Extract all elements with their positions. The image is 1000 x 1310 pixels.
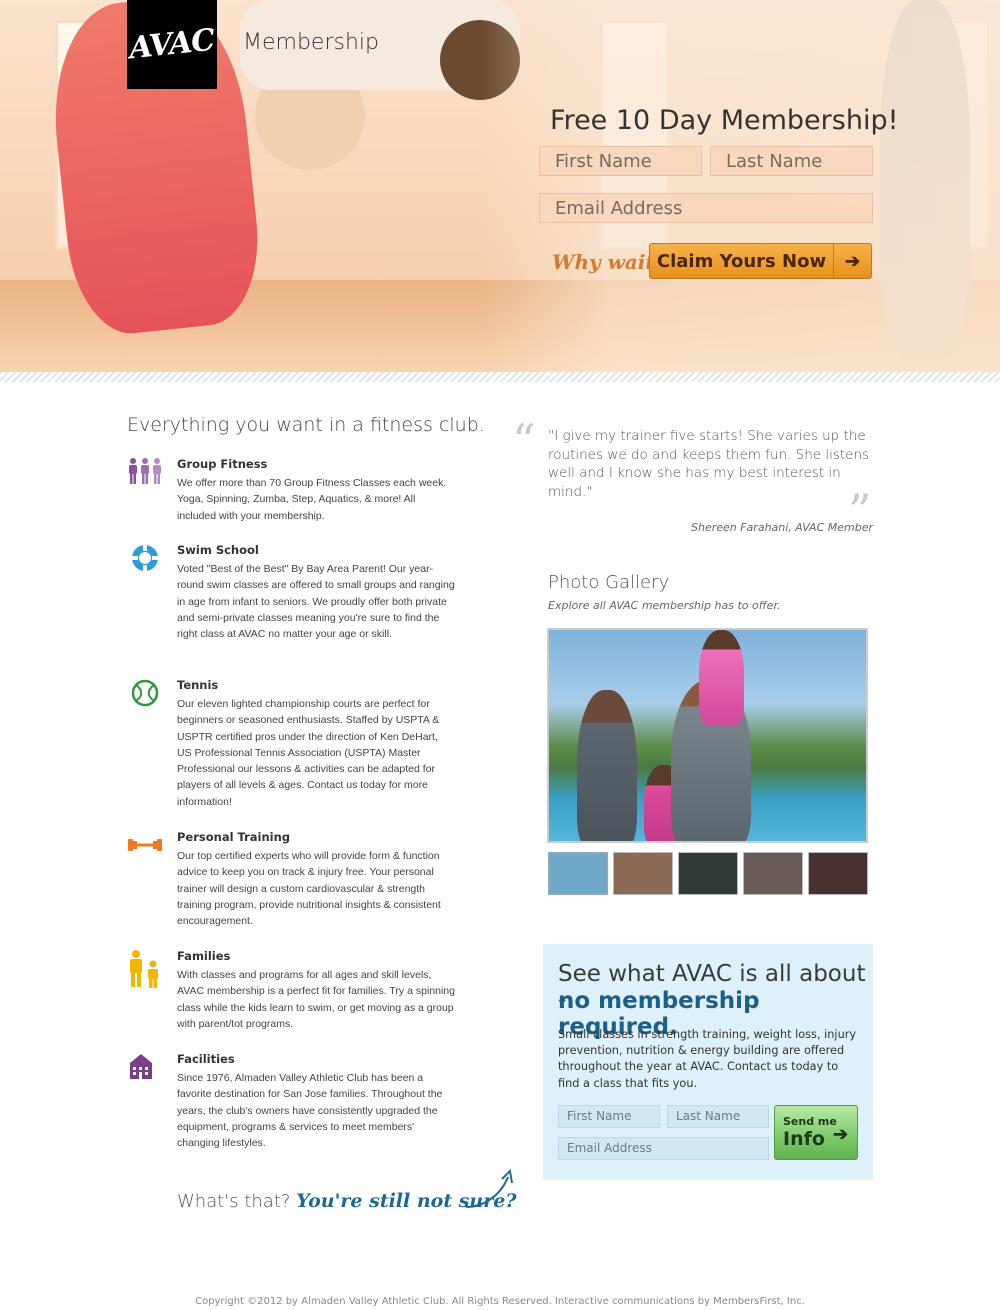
not-sure-prefix: What's that? [177, 1191, 291, 1212]
testimonial-quote: "I give my trainer five starts! She vari… [548, 428, 870, 500]
cta-body: Small classes in strength training, weig… [558, 1028, 857, 1090]
gallery-thumb-1[interactable] [548, 852, 608, 895]
hero-first-name-input[interactable]: First Name [539, 146, 702, 176]
gallery-thumb-4[interactable] [743, 852, 803, 895]
tennis-ball-icon [131, 679, 159, 707]
send-button-small-label: Send me [783, 1115, 837, 1128]
feature-text: We offer more than 70 Group Fitness Clas… [177, 477, 447, 522]
gallery-title: Photo Gallery [548, 572, 670, 593]
feature-title: Swim School [177, 543, 259, 557]
cta-email-input[interactable]: Email Address [558, 1137, 769, 1160]
gallery-thumbnails [548, 852, 870, 896]
hero-last-name-input[interactable]: Last Name [710, 146, 873, 176]
life-ring-icon [132, 545, 158, 571]
feature-title: Personal Training [177, 830, 291, 844]
feature-tennis: Tennis Our eleven lighted championship c… [127, 678, 457, 813]
info-request-box: See what AVAC is all about - no membersh… [543, 944, 873, 1180]
gallery-thumb-3[interactable] [678, 852, 738, 895]
feature-text: Our eleven lighted championship courts a… [177, 698, 440, 808]
cta-last-name-input[interactable]: Last Name [667, 1105, 769, 1128]
family-icon [130, 950, 158, 988]
features-title: Everything you want in a fitness club. [127, 414, 485, 436]
feature-title: Group Fitness [177, 457, 268, 471]
send-me-info-button[interactable]: Send me Info ➔ [774, 1105, 858, 1160]
claim-button-label: Claim Yours Now [656, 250, 827, 272]
feature-text: Voted "Best of the Best" By Bay Area Par… [177, 563, 455, 641]
hero-divider [0, 372, 1000, 382]
curved-arrow-icon [465, 1168, 513, 1208]
feature-group-fitness: Group Fitness We offer more than 70 Grou… [127, 457, 457, 527]
avac-logo[interactable]: AVAC [127, 0, 217, 89]
feature-text: Our top certified experts who will provi… [177, 850, 441, 928]
feature-facilities: Facilities Since 1976, Almaden Valley At… [127, 1052, 457, 1157]
feature-families: Families With classes and programs for a… [127, 949, 457, 1039]
open-quote-icon: “ [512, 414, 536, 468]
gallery-subtitle: Explore all AVAC membership has to offer… [548, 599, 781, 612]
feature-personal-training: Personal Training Our top certified expe… [127, 830, 457, 935]
testimonial-author: Shereen Farahani, AVAC Member [690, 521, 873, 534]
feature-title: Families [177, 949, 231, 963]
hero-form-title: Free 10 Day Membership! [550, 105, 899, 136]
gallery-thumb-2[interactable] [613, 852, 673, 895]
claim-yours-now-button[interactable]: Claim Yours Now ➔ [649, 243, 872, 279]
dumbbell-icon [128, 839, 162, 851]
page-label: Membership [243, 30, 379, 55]
arrow-right-icon: ➔ [833, 244, 871, 278]
feature-title: Facilities [177, 1052, 235, 1066]
arrow-right-icon: ➔ [833, 1124, 849, 1144]
gallery-main-image[interactable] [547, 628, 868, 843]
gallery-thumb-5[interactable] [808, 852, 868, 895]
cta-first-name-input[interactable]: First Name [558, 1105, 660, 1128]
feature-title: Tennis [177, 678, 219, 692]
feature-text: With classes and programs for all ages a… [177, 969, 455, 1030]
hero-email-input[interactable]: Email Address [539, 193, 873, 223]
building-icon [130, 1054, 152, 1079]
logo-text: AVAC [127, 22, 217, 67]
group-fitness-icon [129, 458, 161, 484]
feature-text: Since 1976, Almaden Valley Athletic Club… [177, 1072, 443, 1150]
feature-swim-school: Swim School Voted "Best of the Best" By … [127, 543, 457, 663]
send-button-big-label: Info [783, 1128, 825, 1150]
footer-copyright: Copyright ©2012 by Almaden Valley Athlet… [195, 1296, 805, 1307]
